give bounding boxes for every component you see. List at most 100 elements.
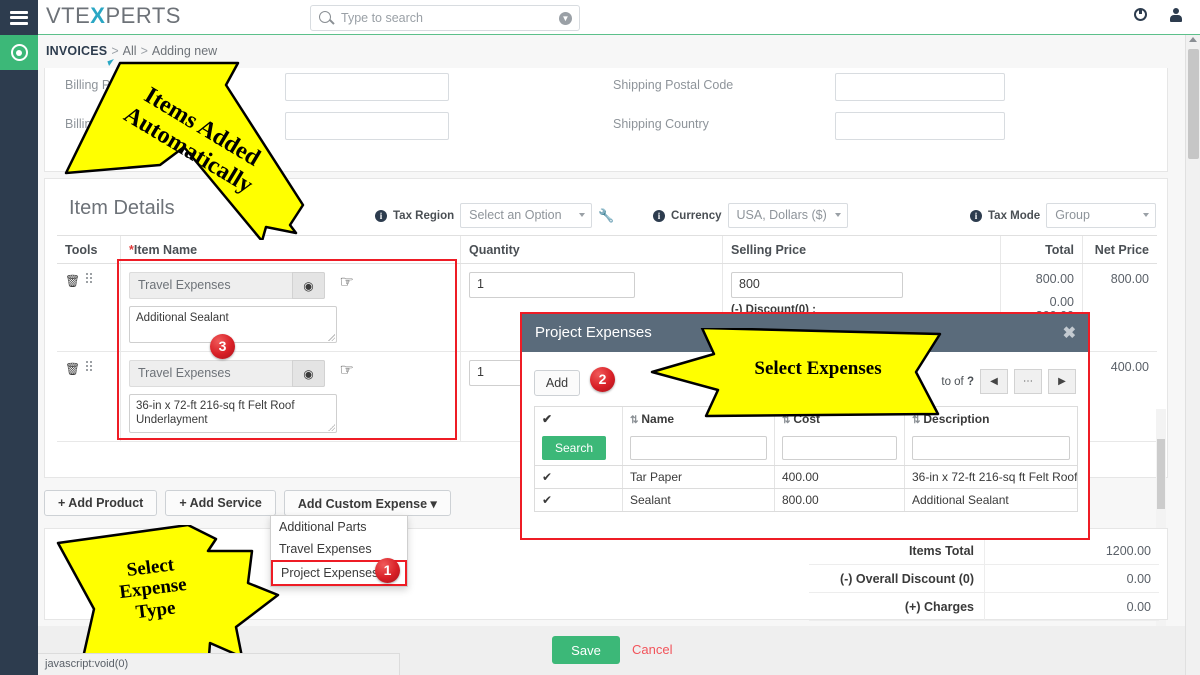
cost-filter-input[interactable] xyxy=(782,436,897,460)
shipping-postal-code-input[interactable] xyxy=(835,73,1005,101)
search-button[interactable]: Search xyxy=(542,436,606,460)
tax-mode-control: i Tax Mode Group xyxy=(970,203,1157,228)
global-search[interactable]: ▼ xyxy=(310,5,580,31)
row-total-value: 800.00 xyxy=(1035,272,1074,286)
add-product-button[interactable]: + Add Product xyxy=(44,490,158,516)
item-description-field[interactable]: Additional Sealant xyxy=(129,306,337,343)
resize-handle-icon[interactable] xyxy=(328,334,335,341)
user-icon[interactable] xyxy=(1169,8,1182,22)
info-icon: i xyxy=(653,209,665,222)
selling-price-input[interactable]: 800 xyxy=(731,272,903,298)
hand-pointer-icon[interactable]: ☞ xyxy=(339,272,353,292)
table-row[interactable]: ✔ Tar Paper 400.00 36-in x 72-ft 216-sq … xyxy=(534,466,1078,489)
hamburger-menu-icon[interactable] xyxy=(0,0,38,35)
select-all-checkbox[interactable]: ✔ xyxy=(535,407,623,432)
add-custom-expense-button[interactable]: Add Custom Expense ▾ xyxy=(283,490,451,516)
drag-handle-icon[interactable] xyxy=(85,272,94,283)
charges-label[interactable]: (+) Charges xyxy=(809,600,974,614)
sidebar-item-active[interactable] xyxy=(0,35,38,70)
scrollbar-thumb[interactable] xyxy=(1157,439,1165,509)
overall-discount-label[interactable]: (-) Overall Discount (0) xyxy=(809,572,974,586)
column-header-quantity: Quantity xyxy=(461,236,723,263)
app-root: VTEXPERTS ▼ INVOICES>All>Adding new Bill… xyxy=(0,0,1200,675)
modal-pagination: to of ? ◀ ⋯ ▶ xyxy=(941,369,1076,394)
checkmark-icon: ✔ xyxy=(542,412,553,426)
drag-handle-icon[interactable] xyxy=(85,360,94,371)
item-description-field[interactable]: 36-in x 72-ft 216-sq ft Felt Roof Underl… xyxy=(129,394,337,433)
item-name-field[interactable]: Travel Expenses ◉ xyxy=(129,360,325,387)
currency-label: Currency xyxy=(671,209,722,222)
next-icon[interactable]: ▶ xyxy=(1048,369,1076,394)
row-cost: 400.00 xyxy=(775,466,905,488)
scrollbar-thumb[interactable] xyxy=(1188,49,1199,159)
item-name-field[interactable]: Travel Expenses ◉ xyxy=(129,272,325,299)
hamburger-bars xyxy=(10,8,28,27)
column-header-net-price: Net Price xyxy=(1094,243,1149,257)
table-row[interactable]: ✔ Sealant 800.00 Additional Sealant xyxy=(534,489,1078,512)
scroll-up-icon[interactable] xyxy=(1189,37,1197,42)
expenses-filter-row: Search xyxy=(534,432,1078,466)
prev-icon[interactable]: ◀ xyxy=(980,369,1008,394)
callout-items-added: Items Added Automatically xyxy=(58,60,318,243)
ellipsis-icon[interactable]: ⋯ xyxy=(1014,369,1042,394)
chevron-down-icon xyxy=(1143,213,1150,217)
tax-region-value: Select an Option xyxy=(469,208,562,222)
app-logo[interactable]: VTEXPERTS xyxy=(46,3,181,29)
breadcrumb-view[interactable]: All xyxy=(123,44,137,58)
pagination-unknown: ? xyxy=(966,375,974,388)
page-scrollbar[interactable] xyxy=(1185,35,1200,675)
trash-icon[interactable]: 🗑 xyxy=(65,274,80,288)
resize-handle-icon[interactable] xyxy=(328,423,335,431)
shipping-country-input[interactable] xyxy=(835,112,1005,140)
row-checkbox[interactable]: ✔ xyxy=(535,466,623,488)
column-header-item-name: *Item Name xyxy=(121,236,461,263)
name-filter-input[interactable] xyxy=(630,436,767,460)
tax-region-select[interactable]: Select an Option xyxy=(460,203,593,228)
row-net-price-cell: 400.00 xyxy=(1110,360,1149,374)
description-filter-input[interactable] xyxy=(912,436,1070,460)
tax-mode-select[interactable]: Group xyxy=(1046,203,1157,228)
item-description-value: 36-in x 72-ft 216-sq ft Felt Roof Underl… xyxy=(136,400,295,427)
search-input[interactable] xyxy=(339,6,539,30)
clear-circle-icon[interactable]: ◉ xyxy=(292,272,325,299)
breadcrumb-module[interactable]: INVOICES xyxy=(46,44,107,58)
save-button[interactable]: Save xyxy=(552,636,620,664)
totals-row: (-) Overall Discount (0) 0.00 xyxy=(809,565,1159,593)
tax-region-label: Tax Region xyxy=(393,209,455,222)
row-name: Tar Paper xyxy=(623,466,775,488)
top-navigation-bar: VTEXPERTS ▼ xyxy=(0,0,1200,35)
column-header-item-name-text: Item Name xyxy=(133,243,198,257)
cancel-button[interactable]: Cancel xyxy=(632,642,672,657)
row-item-name-cell: Travel Expenses ◉ ☞ Additional Sealant xyxy=(121,264,461,351)
close-icon[interactable]: ✖ xyxy=(1063,323,1076,343)
brand-prefix: VTE xyxy=(46,3,91,28)
currency-select[interactable]: USA, Dollars ($) xyxy=(727,203,848,228)
column-header-tools: Tools xyxy=(57,236,121,263)
row-net-price-cell: 800.00 xyxy=(1110,272,1149,286)
breadcrumb: INVOICES > All > Adding new xyxy=(46,44,217,58)
name-filter-cell xyxy=(623,432,775,465)
menu-item-additional-parts[interactable]: Additional Parts xyxy=(271,516,407,538)
gear-icon[interactable] xyxy=(1134,8,1147,22)
row-cost: 800.00 xyxy=(775,489,905,511)
clear-circle-icon[interactable]: ◉ xyxy=(292,360,325,387)
totals-divider xyxy=(984,537,985,565)
modal-add-button[interactable]: Add xyxy=(534,370,580,396)
wrench-icon[interactable]: 🔧 xyxy=(598,208,614,224)
hand-pointer-icon[interactable]: ☞ xyxy=(339,360,353,380)
currency-control: i Currency USA, Dollars ($) xyxy=(653,203,848,228)
menu-item-travel-expenses[interactable]: Travel Expenses xyxy=(271,538,407,560)
chevron-down-circle-icon[interactable]: ▼ xyxy=(559,12,572,25)
items-total-label: Items Total xyxy=(908,544,974,558)
row-name: Sealant xyxy=(623,489,775,511)
item-name-value: Travel Expenses xyxy=(138,366,231,380)
sort-icon: ⇅ xyxy=(630,415,639,426)
tax-region-control: i Tax Region Select an Option 🔧 xyxy=(375,203,614,228)
shipping-country-label: Shipping Country xyxy=(613,117,709,131)
trash-icon[interactable]: 🗑 xyxy=(65,362,80,376)
add-service-button[interactable]: + Add Service xyxy=(165,490,276,516)
quantity-input[interactable]: 1 xyxy=(469,272,635,298)
step-badge-1: 1 xyxy=(375,558,400,583)
row-checkbox[interactable]: ✔ xyxy=(535,489,623,511)
left-sidebar xyxy=(0,35,38,675)
